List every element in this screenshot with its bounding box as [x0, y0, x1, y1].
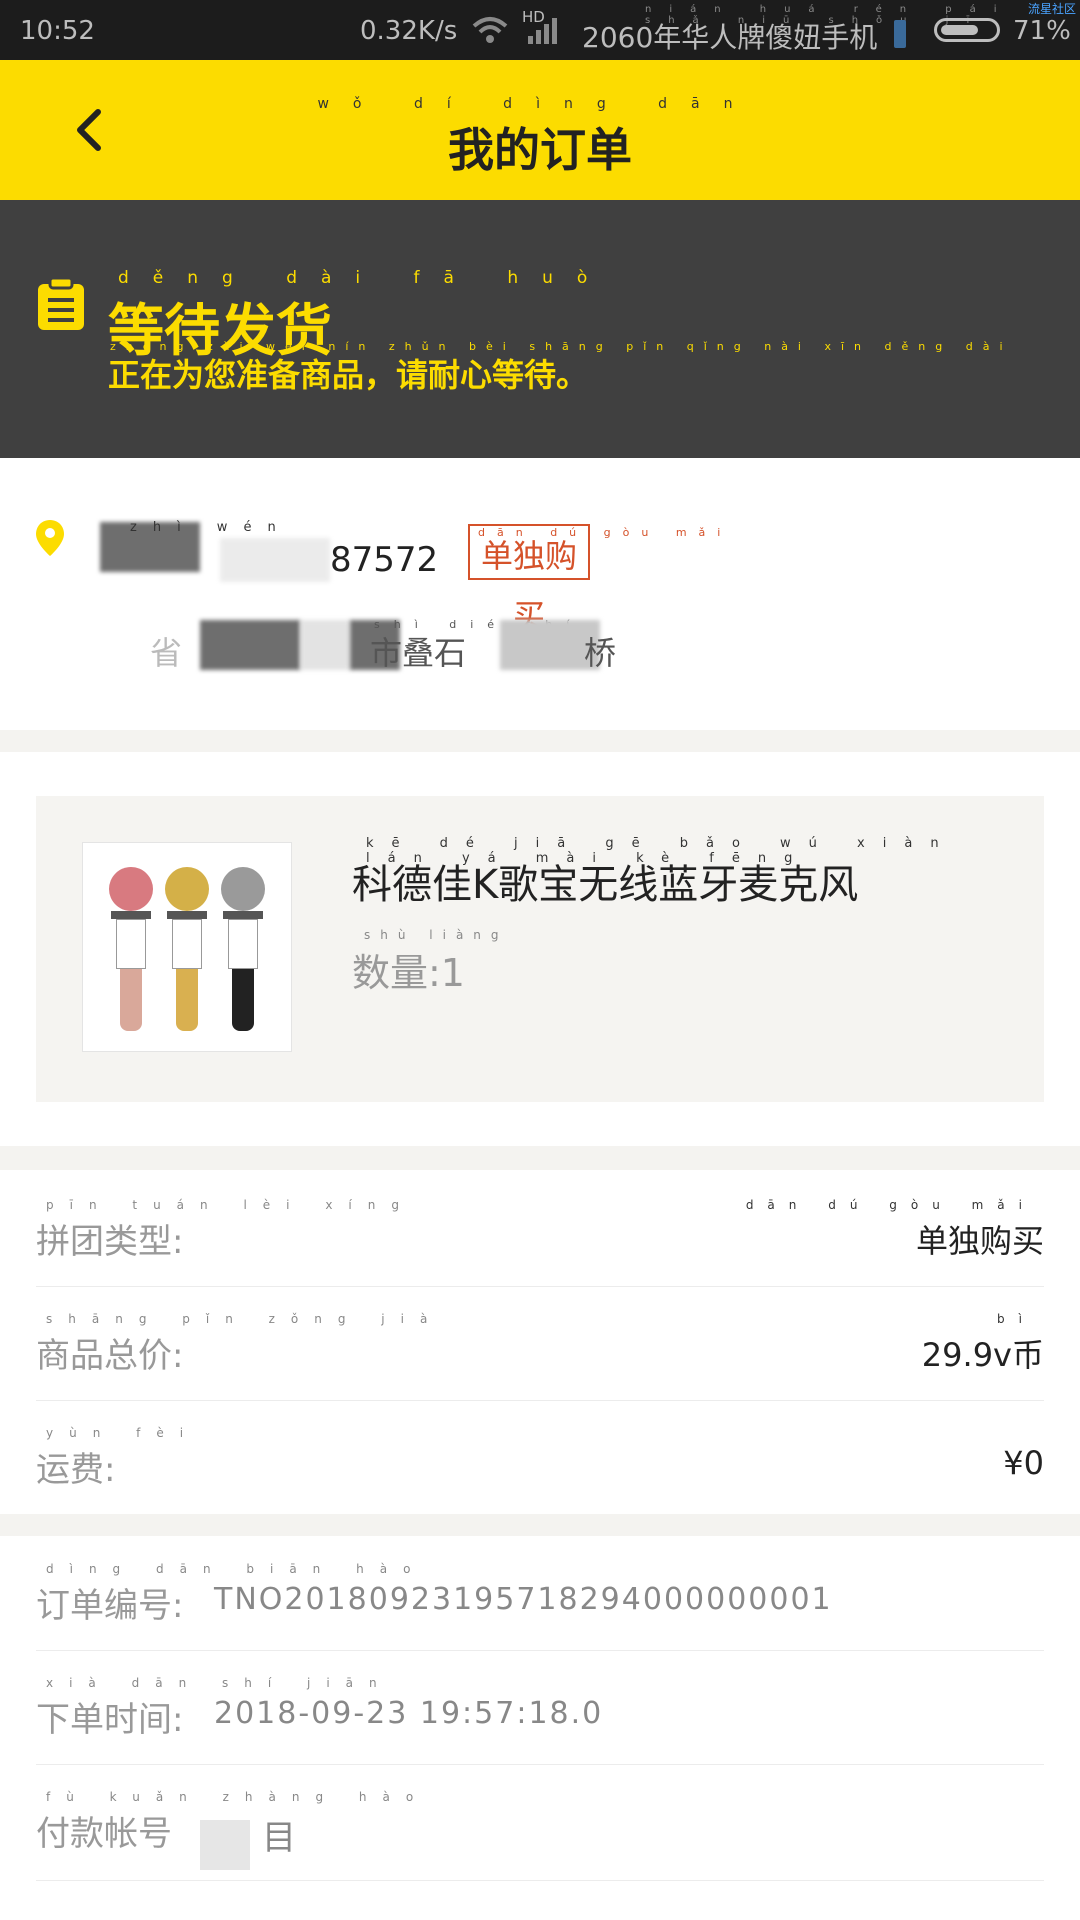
purchase-type-tag: 单独购买 [468, 524, 590, 635]
section-divider [0, 730, 1080, 752]
section-divider [0, 1146, 1080, 1170]
product-name: 科德佳K歌宝无线蓝牙麦克风 [352, 862, 859, 908]
mic-gold-image [165, 867, 209, 1031]
row-label-ruby: xià dān shí jiān [46, 1676, 393, 1690]
row-value-ruby: bì [997, 1312, 1036, 1326]
recipient-phone: 87572 [330, 540, 439, 580]
payment-account-label: 付款帐号 [36, 1814, 172, 1854]
product-quantity: 数量:1 [352, 951, 465, 995]
group-type-value: 单独购买 [915, 1222, 1044, 1260]
row-label-ruby: shāng pǐn zǒng jià [46, 1312, 444, 1326]
battery-fill [941, 25, 978, 35]
phone-icon [894, 20, 906, 48]
mic-black-image [221, 867, 265, 1031]
address-province: 省 [150, 634, 183, 672]
redacted-account [200, 1820, 250, 1870]
order-status-banner: děng dài fā huò 等待发货 zhèng zài wèi nín z… [0, 200, 1080, 458]
total-price-label: 商品总价: [36, 1336, 184, 1376]
payment-account-row: fù kuǎn zhàng hào 付款帐号 目 [36, 1764, 1044, 1881]
signal-icon [528, 18, 557, 44]
section-divider [0, 1514, 1080, 1536]
group-type-label: 拼团类型: [36, 1222, 184, 1262]
battery-icon [934, 18, 1000, 42]
redacted-district [300, 620, 350, 670]
network-speed: 0.32K/s [360, 16, 458, 46]
location-pin-icon [36, 520, 64, 556]
order-number-label: 订单编号: [36, 1586, 184, 1626]
redacted-city [200, 620, 300, 670]
mic-pink-image [109, 867, 153, 1031]
status-title-ruby: děng dài fā huò [118, 268, 612, 288]
row-label-ruby: pīn tuán lèi xíng [46, 1198, 415, 1212]
title-bar: wǒ dí dìng dān 我的订单 [0, 60, 1080, 200]
battery-percent: 71% [1013, 16, 1071, 46]
status-time: 10:52 [20, 16, 95, 46]
wifi-icon [472, 17, 508, 43]
order-number-value: TNO20180923195718294000000001 [214, 1582, 833, 1617]
shipping-fee-value: ¥0 [1003, 1444, 1044, 1482]
address-street: 市叠石 [370, 634, 467, 672]
row-label-ruby: yùn fèi [46, 1426, 200, 1440]
shipping-fee-row: yùn fèi 运费: ¥0 [36, 1400, 1044, 1514]
quantity-ruby: shù liàng [364, 928, 509, 942]
status-subtitle: 正在为您准备商品，请耐心等待。 [108, 356, 589, 394]
order-time-value: 2018-09-23 19:57:18.0 [214, 1696, 604, 1731]
page-title-ruby: wǒ dí dìng dān [317, 96, 757, 112]
order-time-row: xià dān shí jiān 下单时间: 2018-09-23 19:57:… [36, 1650, 1044, 1765]
row-label-ruby: fù kuǎn zhàng hào [46, 1790, 430, 1804]
group-type-row: pīn tuán lèi xíng 拼团类型: dān dú gòu mǎi 单… [36, 1172, 1044, 1287]
shipping-address: zhì wén 87572 dān dú gòu mǎi 单独购买 省 shì … [0, 458, 1080, 730]
payment-account-value: 目 [262, 1818, 298, 1858]
redacted-phone [220, 538, 330, 582]
total-price-row: shāng pǐn zǒng jià 商品总价: bì 29.9v币 [36, 1286, 1044, 1401]
total-price-value: 29.9v币 [921, 1336, 1044, 1374]
recipient-name-ruby: zhì wén [130, 520, 292, 535]
community-watermark: 流星社区 [1027, 2, 1076, 16]
page-title-wrap: wǒ dí dìng dān 我的订单 [0, 96, 1080, 180]
status-bar: 10:52 0.32K/s HD nián huá rén pái shǎ ni… [0, 0, 1080, 60]
carrier-name: 2060年华人牌傻妞手机 [582, 21, 878, 54]
order-time-label: 下单时间: [36, 1700, 184, 1740]
product-card[interactable]: kē dé jiā gē bǎo wú xiàn lán yá mài kè f… [36, 796, 1044, 1102]
product-thumbnail[interactable] [82, 842, 292, 1052]
address-end: 桥 [584, 634, 617, 672]
row-label-ruby: dìng dān biān hào [46, 1562, 427, 1576]
page-title: 我的订单 [448, 123, 632, 177]
order-number-row: dìng dān biān hào 订单编号: TNO2018092319571… [36, 1536, 1044, 1651]
row-value-ruby: dān dú gòu mǎi [745, 1198, 1036, 1212]
shipping-fee-label: 运费: [36, 1450, 116, 1490]
clipboard-icon [38, 278, 84, 330]
